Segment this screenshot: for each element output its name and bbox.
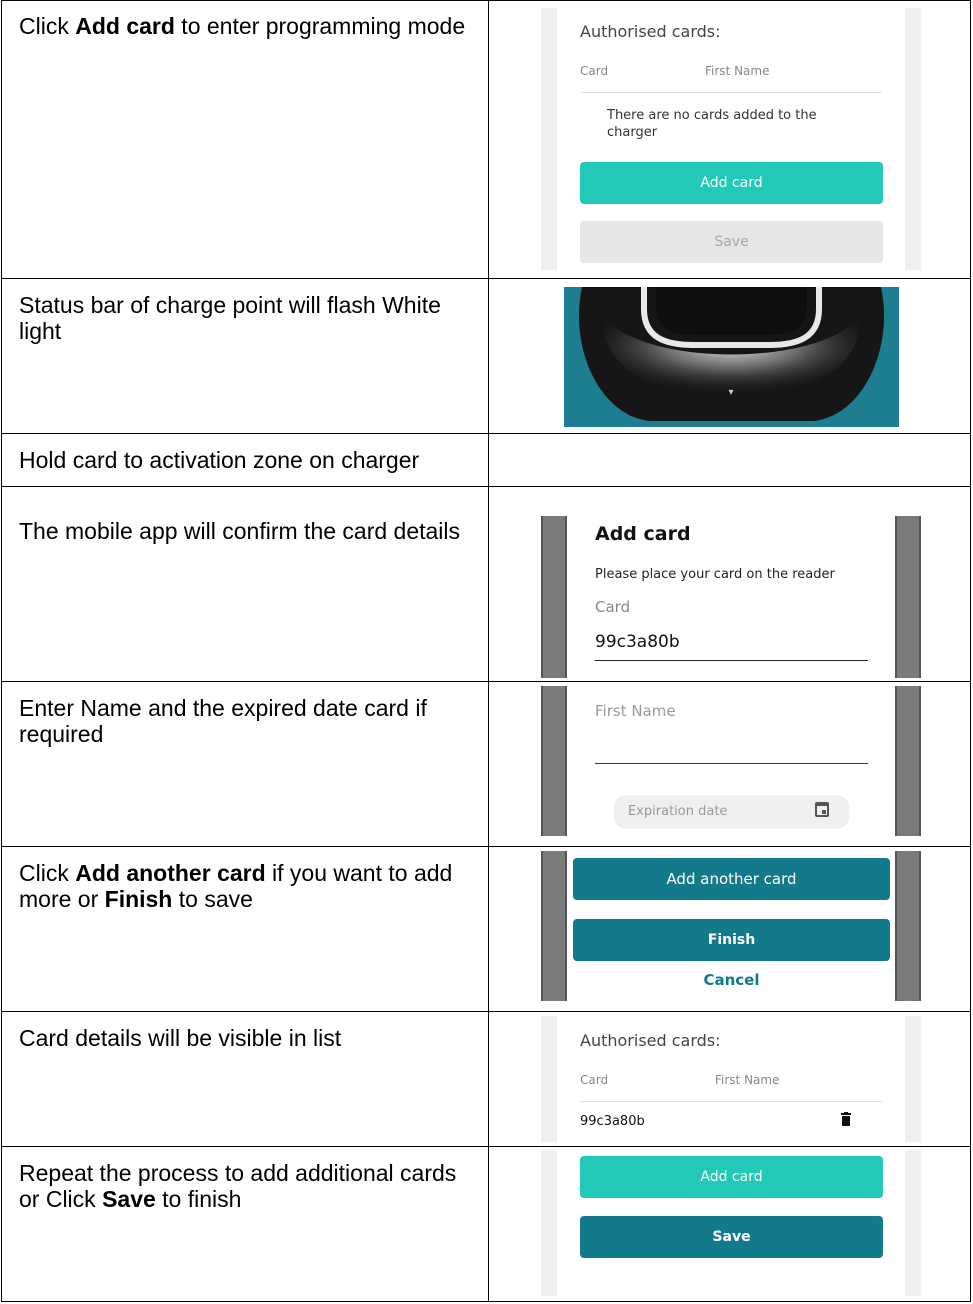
first-name-input[interactable]: First Name [595, 702, 676, 720]
screen-edge [905, 1150, 921, 1296]
add-card-screenshot: Add card Please place your card on the r… [541, 516, 921, 678]
expiration-date-placeholder: Expiration date [628, 804, 728, 819]
authorised-cards-heading: Authorised cards: [580, 22, 721, 41]
first-name-column-header: First Name [715, 1073, 780, 1087]
column-divider [1, 0, 2, 1302]
save-button[interactable]: Save [580, 1216, 883, 1258]
trash-icon[interactable] [841, 1112, 851, 1126]
step-7-text: Card details will be visible in list [19, 1025, 342, 1051]
row-divider [1, 1011, 971, 1012]
charger-illustration: ▾ [578, 287, 885, 421]
column-divider [970, 0, 971, 1302]
authorised-cards-list-screenshot: Authorised cards: Card First Name 99c3a8… [541, 1016, 921, 1142]
row-divider [1, 0, 971, 1]
expiration-date-field[interactable]: Expiration date [614, 795, 849, 829]
calendar-icon[interactable] [815, 802, 829, 817]
row-divider [1, 681, 971, 682]
screen-edge [905, 1016, 921, 1142]
add-card-title: Add card [595, 523, 691, 545]
add-another-finish-screenshot: Add another card Finish Cancel [541, 851, 921, 1001]
screen-edge [905, 8, 921, 270]
screen-edge [541, 8, 557, 270]
screen-edge [541, 686, 567, 836]
empty-list-message: There are no cards added to the charger [607, 108, 817, 140]
step-8-text: Repeat the process to add additional car… [19, 1160, 457, 1212]
card-id-field[interactable]: 99c3a80b [595, 632, 680, 652]
wifi-icon: ▾ [728, 387, 733, 398]
add-card-save-screenshot: Add card Save [541, 1150, 921, 1296]
screen-edge [895, 516, 921, 678]
screen-edge [895, 686, 921, 836]
card-id-cell: 99c3a80b [580, 1114, 645, 1129]
step-2-text: Status bar of charge point will flash Wh… [19, 292, 441, 344]
screen-edge [541, 516, 567, 678]
row-divider [1, 486, 971, 487]
authorised-cards-heading: Authorised cards: [580, 1031, 721, 1050]
add-card-button[interactable]: Add card [580, 162, 883, 204]
row-divider [1, 1301, 971, 1302]
add-card-button[interactable]: Add card [580, 1156, 883, 1198]
step-5-text: Enter Name and the expired date card if … [19, 695, 427, 747]
header-divider [580, 92, 882, 93]
charger-status-bar-image: ▾ [564, 287, 899, 427]
step-6-text: Click Add another card if you want to ad… [19, 860, 453, 912]
reader-instruction: Please place your card on the reader [595, 567, 835, 582]
first-name-column-header: First Name [705, 64, 770, 78]
row-divider [1, 846, 971, 847]
row-divider [1, 278, 971, 279]
step-3-text: Hold card to activation zone on charger [19, 447, 420, 473]
save-button-disabled[interactable]: Save [580, 221, 883, 263]
name-expiry-screenshot: First Name Expiration date [541, 686, 921, 836]
first-name-underline [595, 763, 868, 764]
screen-edge [541, 851, 567, 1001]
row-divider [1, 1146, 971, 1147]
add-another-card-button[interactable]: Add another card [573, 858, 890, 900]
card-field-label: Card [595, 598, 631, 616]
charger-face [656, 287, 807, 335]
header-divider [580, 1101, 882, 1102]
authorised-cards-empty-screenshot: Authorised cards: Card First Name There … [541, 8, 921, 270]
cancel-link[interactable]: Cancel [573, 971, 890, 989]
column-divider [488, 0, 489, 1302]
step-4-text: The mobile app will confirm the card det… [19, 518, 461, 544]
screen-edge [541, 1150, 557, 1296]
screen-edge [541, 1016, 557, 1142]
screen-edge [895, 851, 921, 1001]
card-column-header: Card [580, 64, 609, 78]
card-column-header: Card [580, 1073, 609, 1087]
card-field-underline [595, 660, 868, 661]
finish-button[interactable]: Finish [573, 919, 890, 961]
step-1-text: Click Add card to enter programming mode [19, 13, 466, 39]
row-divider [1, 433, 971, 434]
